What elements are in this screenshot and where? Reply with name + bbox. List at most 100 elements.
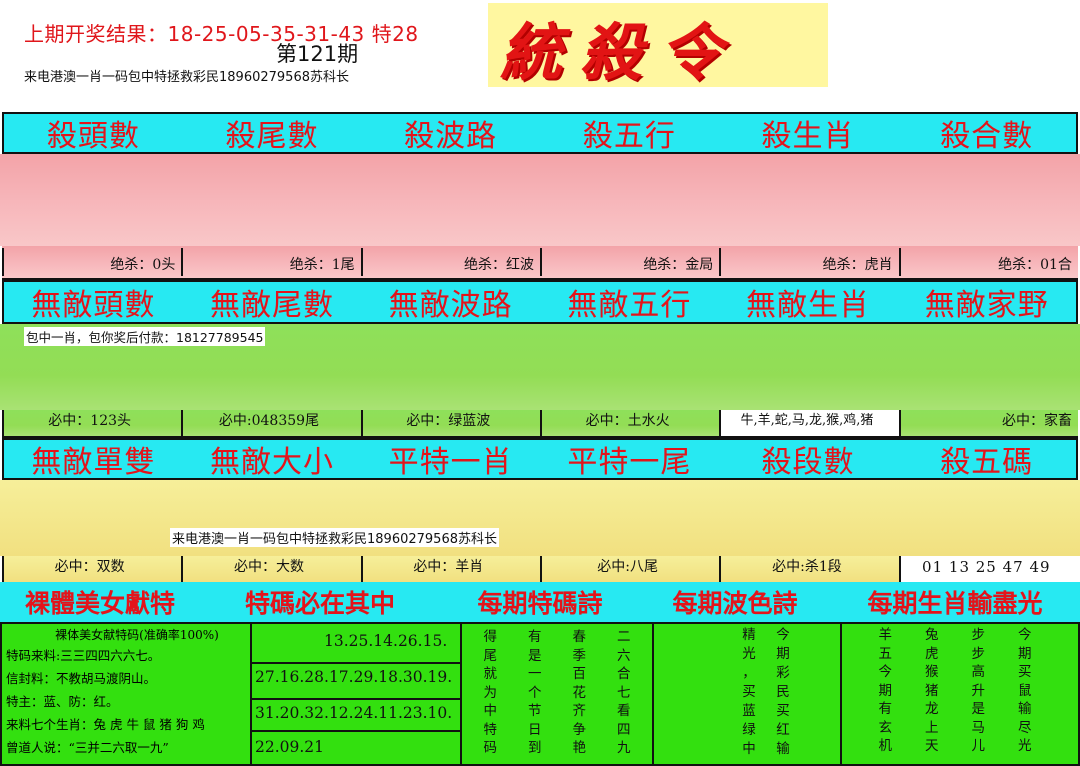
cell-sure-domestic: 必中：家畜 bbox=[898, 410, 1078, 436]
zodiac-poem-char: 输 bbox=[1018, 701, 1032, 717]
col-special-numbers: 13.25.14.26.15. 27.16.28.17.29.18.30.19.… bbox=[250, 622, 462, 766]
special-poem: 得 有 春 二尾 是 季 六就 一 百 合为 个 花 七中 节 齐 看特 日 争 四码 到 艳 九 bbox=[468, 628, 646, 758]
special-poem-char: 六 bbox=[617, 647, 631, 664]
special-poem-char: 花 bbox=[572, 684, 587, 701]
special-poem-char: 尾 bbox=[483, 647, 498, 664]
zodiac-poem-char: 尽 bbox=[1018, 719, 1032, 736]
title-zodiac-lose: 每期生肖輸盡光 bbox=[867, 589, 1043, 618]
cell-kill-sum: 绝杀：01合 bbox=[898, 248, 1078, 276]
wave-poem-char: 蓝 bbox=[742, 703, 756, 719]
special-poem-char: 特 bbox=[483, 721, 498, 738]
title-kill-tail: 殺尾數 bbox=[225, 119, 319, 154]
special-poem-char: 春 bbox=[572, 629, 587, 645]
zodiac-poem-char: 兔 bbox=[925, 627, 939, 643]
numbers-line-2: 27.16.28.17.29.18.30.19. bbox=[255, 668, 453, 686]
wave-poem-char: 期 bbox=[776, 646, 790, 662]
title-kill-sum: 殺合數 bbox=[940, 119, 1034, 154]
zodiac-poem-char: 龙 bbox=[925, 701, 939, 717]
zodiac-poem-char: 机 bbox=[878, 738, 893, 754]
wave-poem-char: 彩 bbox=[776, 665, 790, 681]
special-poem-char: 一 bbox=[528, 666, 542, 682]
special-poem-char: 就 bbox=[483, 666, 498, 682]
row1-band bbox=[0, 154, 1080, 246]
cell-sure-wave: 必中：绿蓝波 bbox=[360, 410, 540, 436]
row3-titles: 無敵單雙 無敵大小 平特一肖 平特一尾 殺段數 殺五碼 bbox=[2, 438, 1078, 480]
zodiac-poem-char: 儿 bbox=[971, 738, 986, 754]
special-poem-char: 看 bbox=[617, 703, 631, 719]
title-special-poem: 每期特碼詩 bbox=[477, 589, 603, 618]
row1-titles: 殺頭數 殺尾數 殺波路 殺五行 殺生肖 殺合數 bbox=[2, 112, 1078, 154]
special-poem-char: 码 bbox=[483, 740, 498, 756]
zodiac-poem-char: 光 bbox=[1018, 738, 1032, 754]
cell-kill-element: 绝杀：金局 bbox=[539, 248, 719, 276]
special-poem-char: 得 bbox=[483, 629, 498, 645]
special-poem-char: 到 bbox=[528, 740, 542, 756]
special-poem-char: 为 bbox=[483, 684, 498, 701]
special-poem-char: 个 bbox=[528, 684, 542, 701]
cell-kill-head: 绝杀：0头 bbox=[2, 248, 181, 276]
row2-cells: 必中：123头 必中:048359尾 必中：绿蓝波 必中：土水火 牛,羊,蛇,马… bbox=[2, 410, 1078, 438]
numbers-line-4: 22.09.21 bbox=[255, 738, 325, 756]
title-kill-five: 殺五碼 bbox=[940, 445, 1034, 480]
wave-poem-char: ， bbox=[742, 665, 756, 681]
title-kill-zodiac: 殺生肖 bbox=[761, 119, 855, 154]
nude-line-5: 曾道人说：“三并二六取一九” bbox=[6, 740, 169, 755]
special-poem-char: 齐 bbox=[572, 703, 587, 719]
zodiac-poem-char: 五 bbox=[878, 645, 893, 662]
cell-flat-zodiac: 必中：羊肖 bbox=[360, 556, 540, 582]
nude-line-2: 信封料：不教胡马渡阴山。 bbox=[6, 671, 157, 686]
zodiac-poem-char: 期 bbox=[878, 682, 893, 699]
wave-poem-char: 光 bbox=[742, 646, 756, 662]
title-sure-domestic: 無敵家野 bbox=[924, 288, 1049, 323]
cell-sure-element: 必中：土水火 bbox=[539, 410, 719, 436]
cell-big-small: 必中：大数 bbox=[181, 556, 360, 582]
special-poem-char: 争 bbox=[572, 721, 587, 738]
zodiac-poem-char: 猪 bbox=[925, 682, 939, 699]
cell-sure-tail: 必中:048359尾 bbox=[181, 410, 360, 436]
wave-poem-char: 买 bbox=[776, 703, 790, 719]
numbers-line-3: 31.20.32.12.24.11.23.10. bbox=[255, 704, 453, 722]
title-sure-head: 無敵頭數 bbox=[31, 288, 156, 323]
cell-sure-head: 必中：123头 bbox=[2, 410, 181, 436]
zodiac-poem-char: 买 bbox=[1018, 664, 1032, 680]
zodiac-poem-char: 羊 bbox=[878, 627, 893, 643]
zodiac-poem-char: 天 bbox=[925, 738, 939, 754]
numbers-line-1: 13.25.14.26.15. bbox=[324, 632, 448, 650]
row3-cells: 必中：双数 必中：大数 必中：羊肖 必中:八尾 必中:杀1段 01 13 25 … bbox=[2, 556, 1078, 582]
wave-poem-char: 绿 bbox=[742, 722, 756, 738]
title-odd-even: 無敵單雙 bbox=[31, 445, 156, 480]
col-wave-poem: 精今光期，彩买民蓝买绿红中输 bbox=[652, 622, 842, 766]
title-flat-tail: 平特一尾 bbox=[567, 445, 692, 480]
zodiac-poem-char: 虎 bbox=[925, 645, 939, 662]
zodiac-poem-char: 高 bbox=[971, 664, 986, 680]
wave-poem-char: 民 bbox=[776, 684, 790, 700]
zodiac-poem-char: 升 bbox=[971, 682, 986, 699]
title-kill-segment: 殺段數 bbox=[761, 445, 855, 480]
title-big-small: 無敵大小 bbox=[210, 445, 334, 480]
special-poem-char: 二 bbox=[617, 629, 631, 645]
title-sure-element: 無敵五行 bbox=[567, 288, 692, 323]
special-poem-char: 艳 bbox=[572, 740, 587, 756]
zodiac-poem-char: 马 bbox=[971, 719, 986, 736]
cell-flat-tail: 必中:八尾 bbox=[539, 556, 719, 582]
zodiac-poem-char: 上 bbox=[925, 719, 939, 736]
title-wave-poem: 每期波色詩 bbox=[672, 589, 798, 618]
wave-poem-char: 精 bbox=[742, 627, 756, 643]
title-flat-zodiac: 平特一肖 bbox=[388, 445, 513, 480]
row1-cells: 绝杀：0头 绝杀：1尾 绝杀：红波 绝杀：金局 绝杀：虎肖 绝杀：01合 bbox=[2, 246, 1078, 280]
zodiac-poem-char: 有 bbox=[878, 701, 893, 717]
wave-poem: 精今光期，彩买民蓝买绿红中输 bbox=[732, 626, 800, 759]
zodiac-poem-char: 是 bbox=[971, 701, 986, 717]
col-nude-special: 裸体美女献特码(准确率100%) 特码来料:三三四四六六七。 信封料：不教胡马渡… bbox=[0, 622, 252, 766]
zodiac-poem-char: 今 bbox=[1018, 627, 1032, 643]
title-sure-wave: 無敵波路 bbox=[388, 288, 513, 323]
zodiac-poem-char: 鼠 bbox=[1018, 682, 1032, 699]
title-nude-special: 裸體美女獻特 bbox=[24, 589, 175, 618]
wave-poem-char: 买 bbox=[742, 684, 756, 700]
zodiac-poem-char: 步 bbox=[971, 645, 986, 662]
special-poem-char: 是 bbox=[528, 647, 542, 664]
nude-line-3: 特主：蓝、防：红。 bbox=[6, 694, 119, 709]
cell-kill-wave: 绝杀：红波 bbox=[360, 248, 540, 276]
special-poem-char: 季 bbox=[572, 647, 587, 664]
zodiac-poem: 羊兔步今五虎步期今猴高买期猪升鼠有龙是输玄上马尽机天儿光 bbox=[862, 626, 1048, 756]
